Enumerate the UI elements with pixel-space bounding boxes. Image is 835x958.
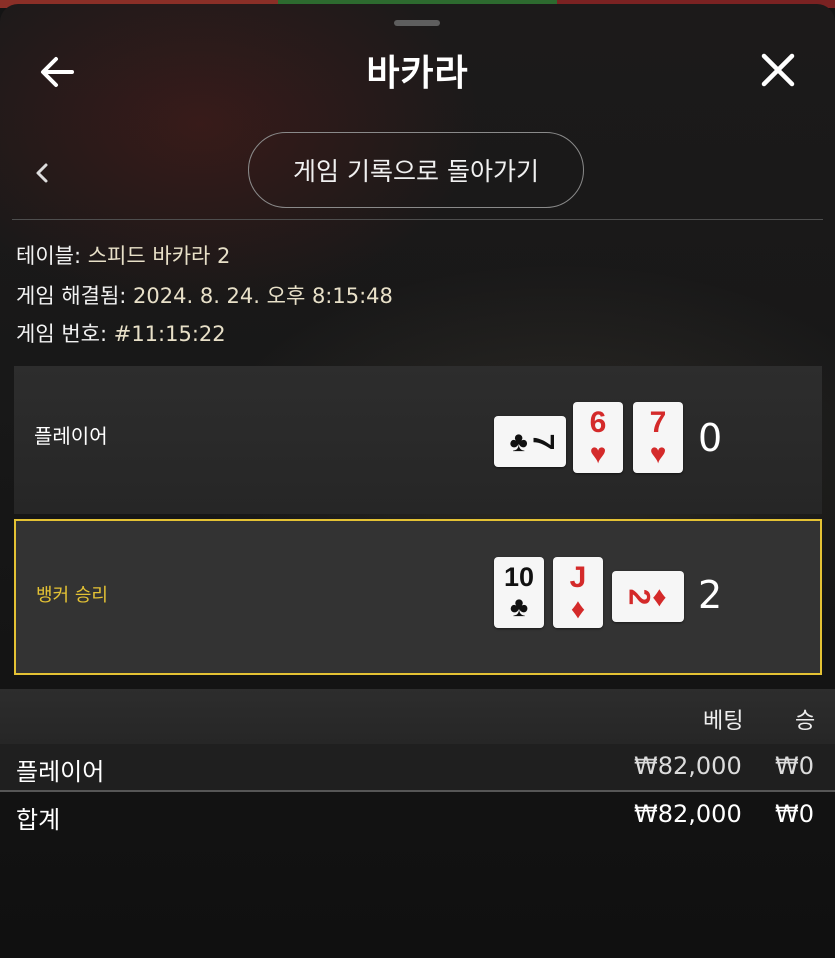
playing-card: J ♦ xyxy=(553,557,603,628)
bet-table-header: 베팅 승 xyxy=(0,689,835,744)
win-column-header: 승 xyxy=(795,709,816,734)
playing-card: 10 ♣ xyxy=(494,557,544,628)
playing-card: 7 ♥ xyxy=(633,402,683,473)
total-row: 합계 ₩82,000 ₩0 xyxy=(0,792,835,838)
back-to-history-button[interactable]: 게임 기록으로 돌아가기 xyxy=(248,132,584,208)
resolved-info: 게임 해결됨: 2024. 8. 24. 오후 8:15:48 xyxy=(16,280,393,310)
win-amount: ₩0 xyxy=(775,752,814,780)
info-label: 테이블: xyxy=(16,244,82,268)
card-rank: J xyxy=(569,560,587,594)
info-label: 게임 해결됨: xyxy=(16,284,127,308)
info-label: 게임 번호: xyxy=(16,322,108,346)
card-rank: 7 xyxy=(649,405,667,439)
card-rank: 6 xyxy=(589,405,607,439)
player-hand-panel: 플레이어 ♣ 7 6 ♥ 7 ♥ 0 xyxy=(14,366,822,514)
player-score: 0 xyxy=(698,416,723,460)
playing-card: 6 ♥ xyxy=(573,402,623,473)
card-rank: 10 xyxy=(503,562,535,592)
diamond-icon: ♦ xyxy=(570,592,586,624)
page-title: 바카라 xyxy=(366,53,469,94)
chevron-left-icon[interactable] xyxy=(30,156,54,190)
total-win: ₩0 xyxy=(775,800,814,828)
heart-icon: ♥ xyxy=(589,437,607,469)
card-rank: 2 xyxy=(621,588,655,605)
bet-amount: ₩82,000 xyxy=(634,752,742,780)
table-row: 플레이어 ₩82,000 ₩0 xyxy=(0,744,835,790)
playing-card: ♣ 7 xyxy=(494,416,566,467)
total-label: 합계 xyxy=(16,806,61,834)
info-value: 스피드 바카라 2 xyxy=(87,244,231,268)
club-icon: ♣ xyxy=(509,591,529,622)
bet-column-header: 베팅 xyxy=(703,709,744,734)
game-number-info: 게임 번호: #11:15:22 xyxy=(16,318,226,348)
playing-card: 2 ♦ xyxy=(612,571,684,622)
bet-type: 플레이어 xyxy=(16,758,105,786)
game-details-sheet: 바카라 게임 기록으로 돌아가기 테이블: 스피드 바카라 2 게임 해결됨: … xyxy=(0,4,835,958)
player-label: 플레이어 xyxy=(34,424,108,448)
banker-win-label: 뱅커 승리 xyxy=(36,585,108,606)
club-icon: ♣ xyxy=(509,425,528,457)
info-value: 2024. 8. 24. 오후 8:15:48 xyxy=(133,284,393,308)
close-icon[interactable] xyxy=(756,48,800,92)
banker-hand-panel: 뱅커 승리 10 ♣ J ♦ 2 ♦ 2 xyxy=(14,519,822,675)
total-bet: ₩82,000 xyxy=(634,800,742,828)
heart-icon: ♥ xyxy=(649,437,667,469)
divider xyxy=(12,219,823,220)
drag-handle[interactable] xyxy=(394,20,440,26)
card-rank: 7 xyxy=(526,433,560,450)
table-info: 테이블: 스피드 바카라 2 xyxy=(16,240,230,270)
info-value: #11:15:22 xyxy=(113,322,226,346)
banker-score: 2 xyxy=(698,573,723,617)
